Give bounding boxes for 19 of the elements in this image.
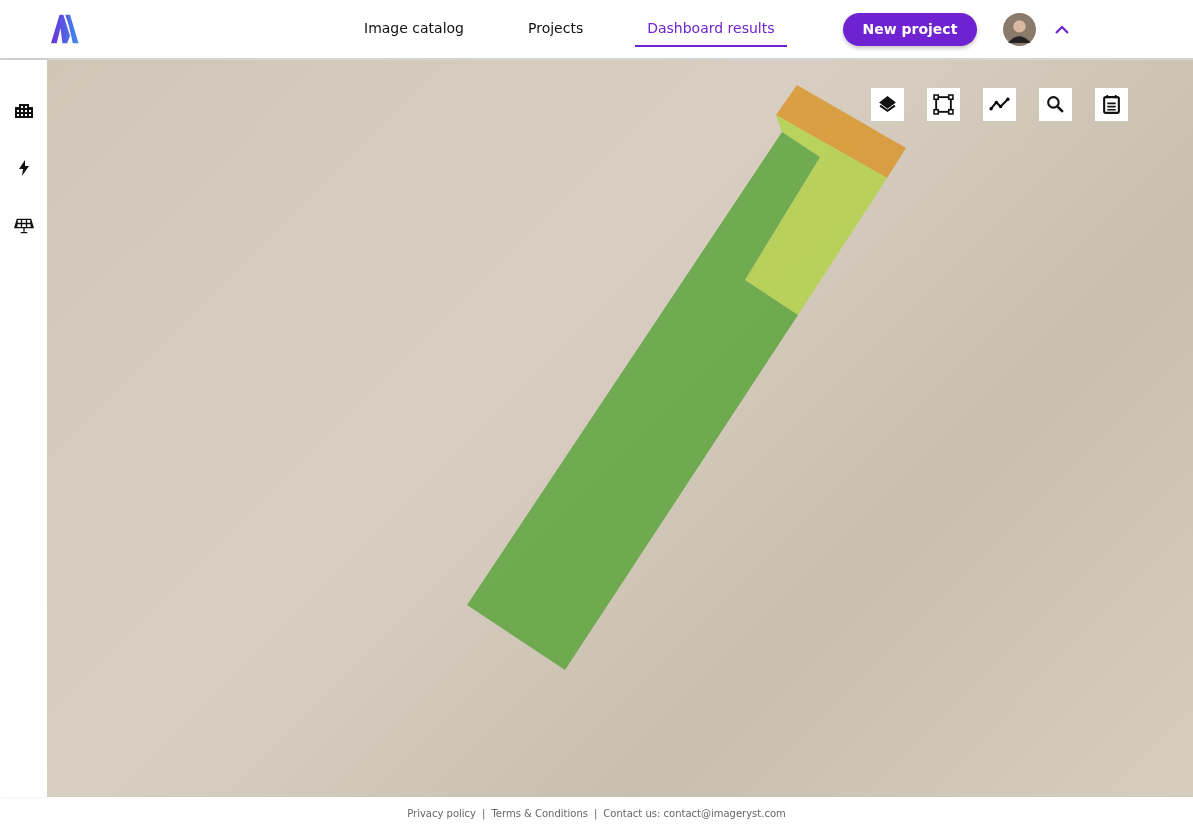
nav-tab[interactable]: Dashboard results — [635, 11, 787, 47]
nav-tab[interactable]: Image catalog — [352, 11, 476, 47]
nav-tab[interactable]: Projects — [516, 11, 596, 47]
contact-text: Contact us: contact@imageryst.com — [603, 808, 786, 819]
calendar-icon[interactable] — [1095, 88, 1128, 121]
lightning-icon[interactable] — [18, 160, 29, 176]
footer-link[interactable]: Terms & Conditions — [491, 808, 588, 819]
footer-separator: | — [593, 808, 598, 819]
new-project-button[interactable]: New project — [842, 12, 978, 46]
chevron-up-icon[interactable] — [1055, 24, 1070, 34]
solar-panel-icon[interactable] — [13, 218, 34, 234]
footer-link[interactable]: Privacy policy — [407, 808, 477, 819]
buildings-icon[interactable] — [13, 102, 34, 118]
avatar-icon[interactable] — [1003, 12, 1037, 46]
layers-icon[interactable] — [871, 88, 904, 121]
footer-separator: | — [482, 808, 486, 819]
search-icon[interactable] — [1039, 88, 1072, 121]
line-chart-icon[interactable] — [983, 88, 1016, 121]
polygon-select-icon[interactable] — [927, 88, 960, 121]
